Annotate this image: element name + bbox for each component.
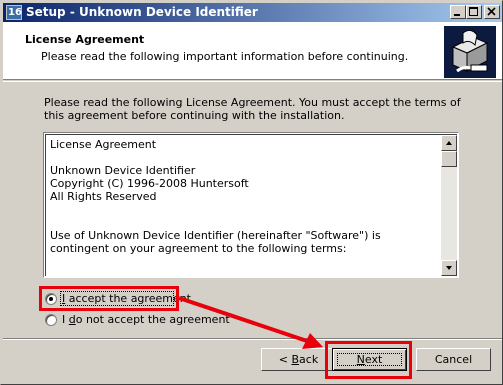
scroll-thumb[interactable]	[441, 151, 457, 167]
scroll-down-button[interactable]	[441, 260, 457, 276]
highlight-accept-option	[39, 286, 179, 311]
license-scrollbar[interactable]	[441, 135, 457, 276]
page-subtitle: Please read the following important info…	[41, 50, 409, 63]
window-title: Setup - Unknown Device Identifier	[26, 5, 258, 19]
arrow-up-icon	[446, 141, 452, 145]
page-title: License Agreement	[25, 33, 145, 46]
decline-radio[interactable]	[45, 314, 57, 326]
scroll-up-button[interactable]	[441, 135, 457, 151]
header-divider	[3, 81, 502, 82]
license-text: License Agreement Unknown Device Identif…	[50, 138, 381, 255]
setup-window: Setup - Unknown Device Identifier Licens…	[0, 0, 503, 385]
cancel-button[interactable]: Cancel	[416, 348, 491, 371]
installer-box-icon	[444, 26, 496, 78]
minimize-icon	[454, 14, 460, 16]
close-button[interactable]	[484, 5, 500, 19]
maximize-icon	[469, 7, 478, 16]
arrow-down-icon	[446, 266, 452, 270]
maximize-button[interactable]	[466, 5, 482, 19]
title-bar[interactable]: Setup - Unknown Device Identifier	[3, 3, 502, 22]
decline-label[interactable]: I do not accept the agreement	[62, 313, 230, 326]
wizard-header: License Agreement Please read the follow…	[3, 22, 502, 80]
setup-app-icon[interactable]	[6, 5, 22, 20]
highlight-next-button	[325, 341, 412, 379]
license-instructions: Please read the following License Agreem…	[44, 96, 461, 122]
minimize-button[interactable]	[450, 5, 466, 19]
license-text-box[interactable]: License Agreement Unknown Device Identif…	[43, 132, 459, 278]
close-icon	[487, 7, 496, 16]
